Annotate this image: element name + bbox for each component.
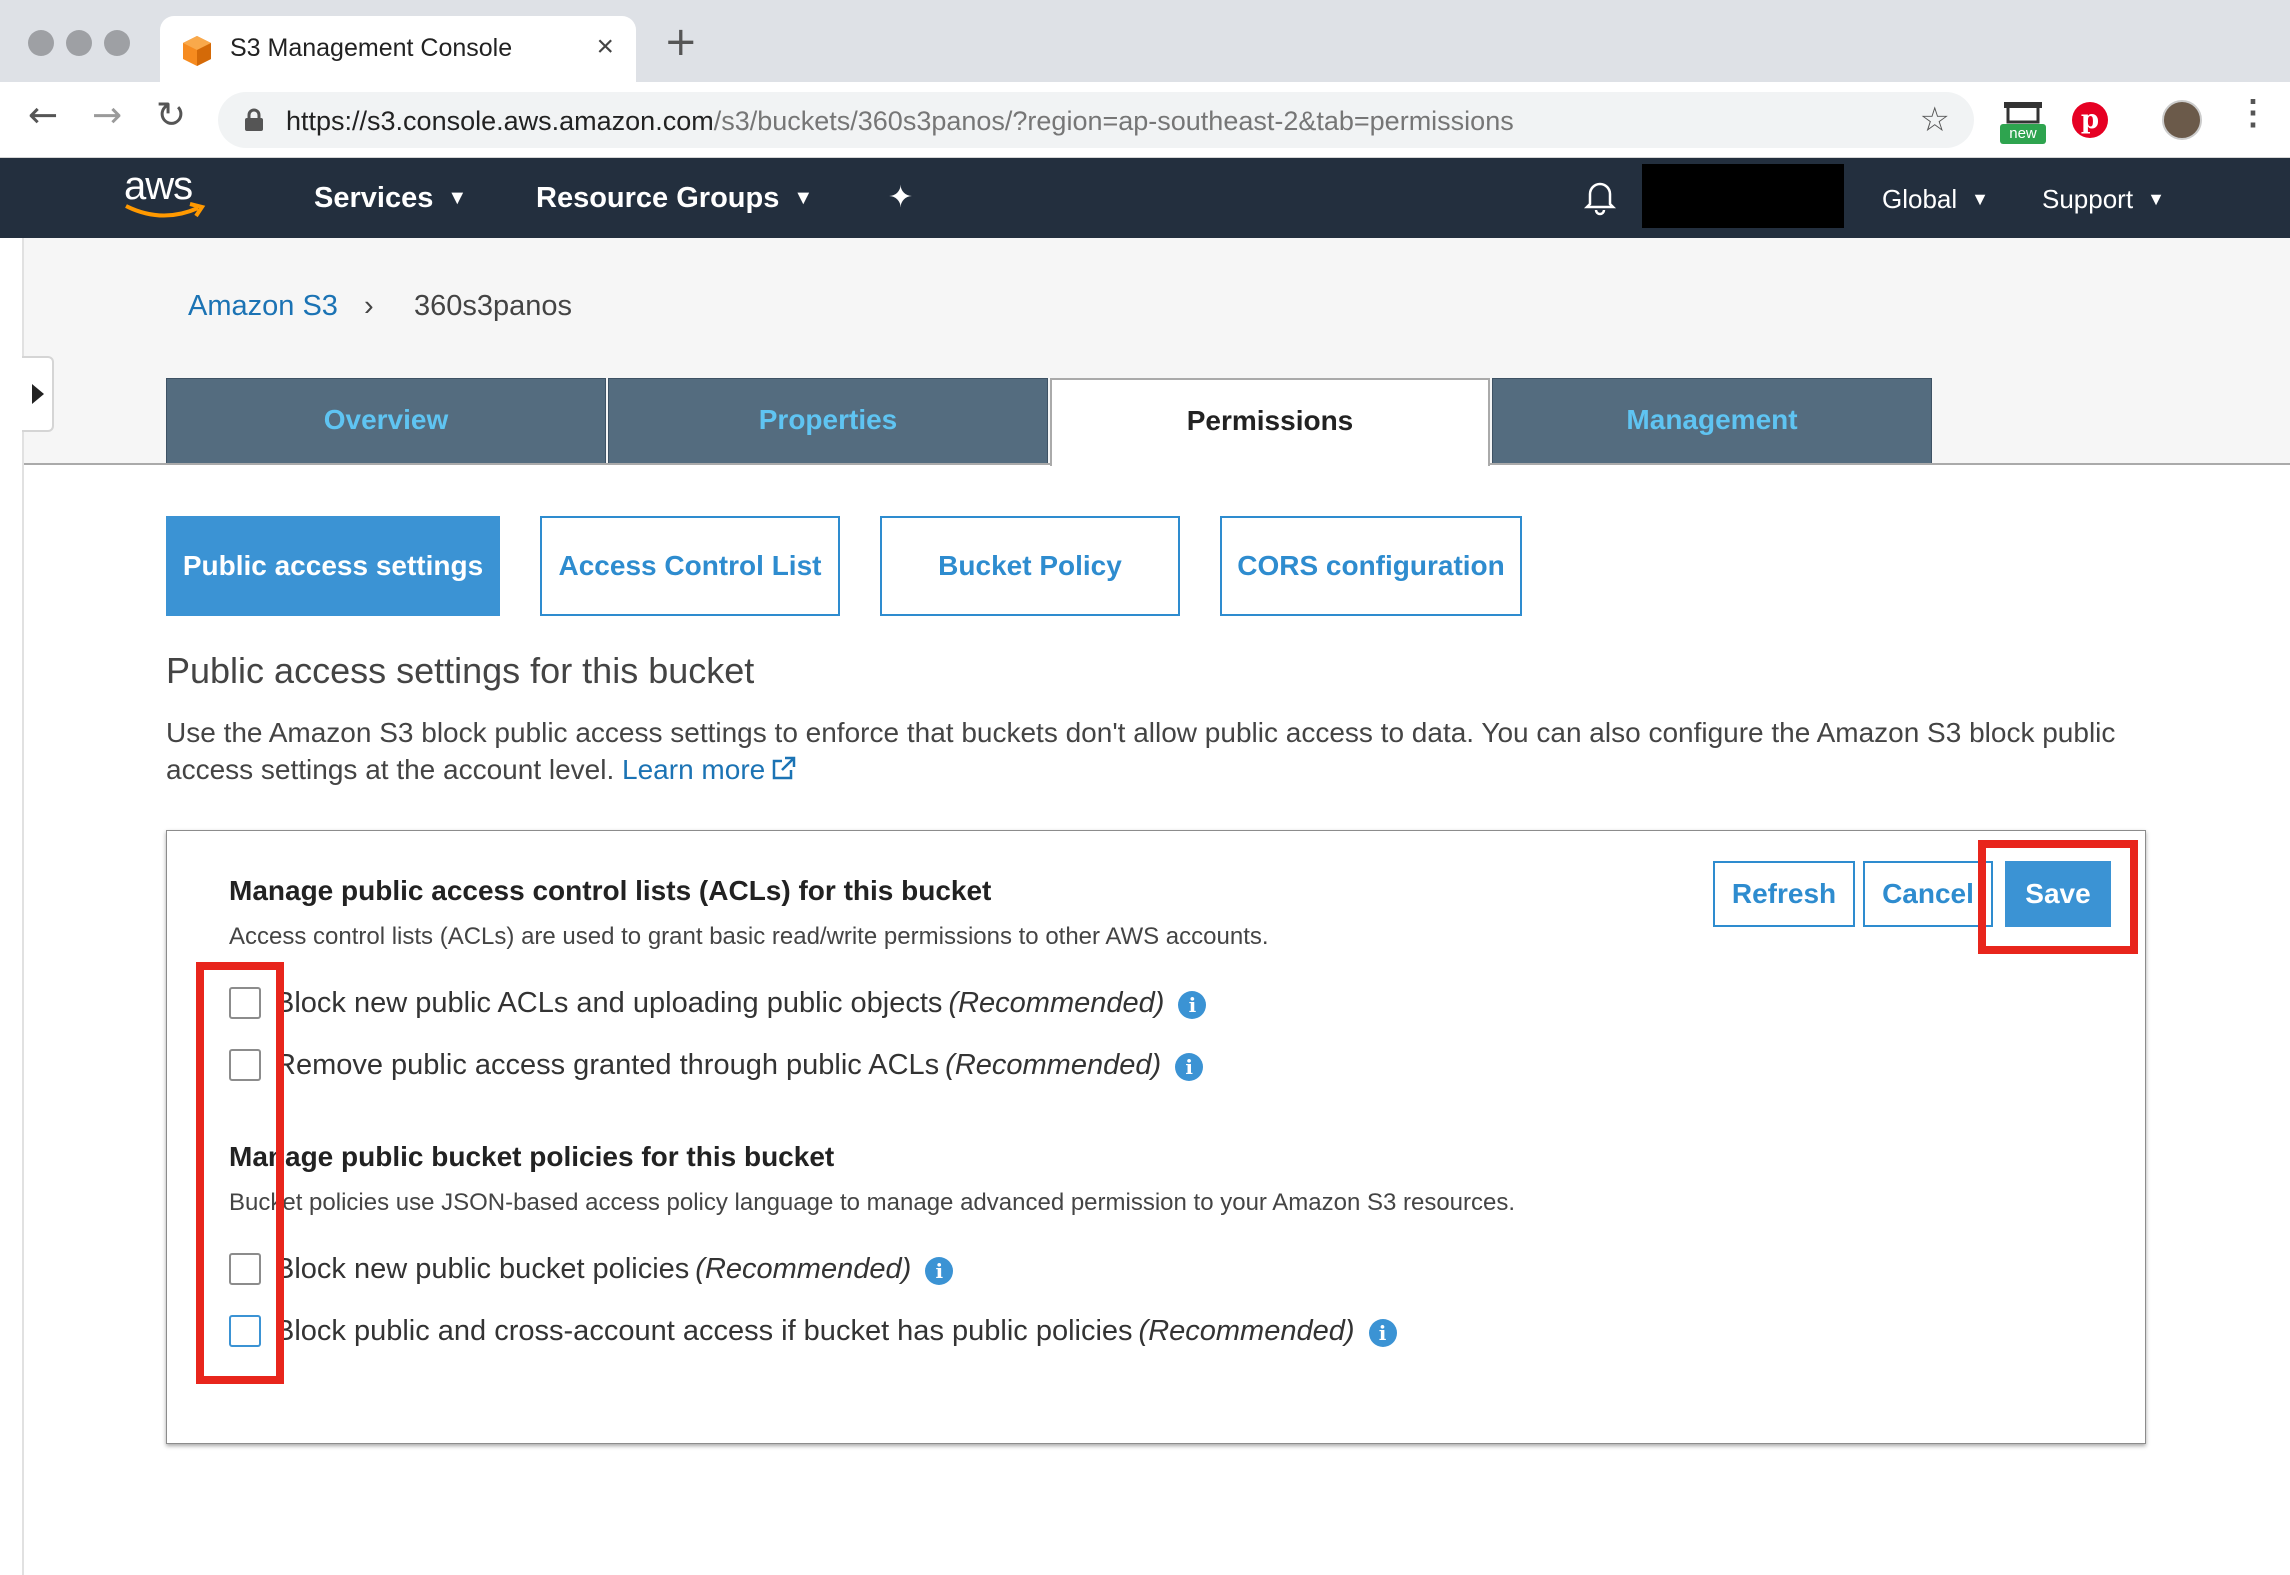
screen-capture-icon: [2004, 102, 2042, 124]
support-label: Support: [2042, 184, 2134, 214]
chevron-down-icon: ▼: [793, 187, 814, 209]
tab-permissions[interactable]: Permissions: [1050, 378, 1490, 466]
sidebar-toggle[interactable]: [22, 356, 54, 432]
external-link-icon: [772, 756, 796, 780]
info-icon[interactable]: i: [925, 1257, 954, 1285]
tab-overview[interactable]: Overview: [166, 378, 606, 464]
browser-toolbar: ← → ↻ https://s3.console.aws.amazon.com/…: [0, 82, 2290, 158]
bookmark-star-icon[interactable]: ☆: [1920, 100, 1950, 140]
acl-subtext: Access control lists (ACLs) are used to …: [229, 923, 1269, 950]
option-label: Block new public ACLs and uploading publ…: [275, 987, 1207, 1019]
recommended-tag: (Recommended): [1138, 1315, 1355, 1347]
window-zoom-dot[interactable]: [104, 30, 130, 56]
window-minimize-dot[interactable]: [66, 30, 92, 56]
breadcrumb-separator-icon: ›: [364, 290, 374, 322]
new-tab-icon[interactable]: +: [664, 22, 698, 62]
support-menu[interactable]: Support ▼: [2042, 184, 2165, 215]
option-text: Block new public bucket policies: [275, 1253, 690, 1285]
account-menu-redacted[interactable]: [1642, 164, 1844, 228]
aws-top-nav: aws Services ▼ Resource Groups ▼ ✦ Global ▼…: [0, 158, 2290, 238]
info-icon[interactable]: i: [1178, 991, 1207, 1019]
acl-heading: Manage public access control lists (ACLs…: [229, 875, 992, 906]
public-access-panel: Manage public access control lists (ACLs…: [166, 830, 2146, 1444]
breadcrumb-bucket: 360s3panos: [414, 290, 573, 322]
aws-smile-icon: [125, 202, 206, 218]
learn-more-link[interactable]: Learn more: [622, 754, 797, 785]
chevron-down-icon: ▼: [2147, 189, 2165, 209]
extension-new-icon[interactable]: new: [2000, 100, 2046, 144]
subtab-access-control-list[interactable]: Access Control List: [540, 516, 840, 616]
policy-subtext: Bucket policies use JSON-based access po…: [229, 1189, 1516, 1216]
browser-menu-icon[interactable]: ⋮: [2236, 96, 2270, 130]
policy-heading: Manage public bucket policies for this b…: [229, 1141, 835, 1172]
extension-badge: new: [2000, 124, 2046, 144]
caret-right-icon: [32, 384, 44, 404]
block-new-acls-checkbox[interactable]: [229, 987, 261, 1019]
remove-public-acls-checkbox[interactable]: [229, 1049, 261, 1081]
sidebar-edge: [22, 238, 24, 1575]
recommended-tag: (Recommended): [948, 987, 1165, 1019]
info-icon[interactable]: i: [1175, 1053, 1204, 1081]
option-label: Block new public bucket policies (Recomme…: [275, 1253, 954, 1285]
section-description: Use the Amazon S3 block public access se…: [166, 714, 2166, 788]
subtab-cors-configuration[interactable]: CORS configuration: [1220, 516, 1522, 616]
tab-close-icon[interactable]: ×: [596, 30, 614, 64]
reload-icon[interactable]: ↻: [156, 98, 186, 134]
back-icon[interactable]: ←: [28, 98, 58, 134]
cancel-button[interactable]: Cancel: [1863, 861, 1993, 927]
tab-properties[interactable]: Properties: [608, 378, 1048, 464]
option-text: Block public and cross-account access if…: [275, 1315, 1133, 1347]
block-new-policies-checkbox[interactable]: [229, 1253, 261, 1285]
chevron-down-icon: ▼: [447, 187, 468, 209]
subtab-bucket-policy[interactable]: Bucket Policy: [880, 516, 1180, 616]
chevron-down-icon: ▼: [1971, 189, 1989, 209]
services-menu[interactable]: Services ▼: [314, 182, 467, 215]
profile-avatar[interactable]: [2162, 100, 2202, 140]
recommended-tag: (Recommended): [695, 1253, 912, 1285]
url-text[interactable]: https://s3.console.aws.amazon.com/s3/buc…: [286, 106, 1514, 137]
section-title: Public access settings for this bucket: [166, 650, 755, 691]
learn-more-label: Learn more: [622, 754, 766, 785]
address-bar[interactable]: https://s3.console.aws.amazon.com/s3/buc…: [218, 92, 1974, 148]
lock-icon: [245, 108, 263, 131]
breadcrumb-amazon-s3[interactable]: Amazon S3: [188, 290, 338, 323]
refresh-button[interactable]: Refresh: [1713, 861, 1855, 927]
pin-icon[interactable]: ✦: [888, 180, 913, 215]
option-text: Remove public access granted through pub…: [275, 1049, 940, 1081]
option-label: Block public and cross-account access if…: [275, 1315, 1397, 1347]
info-icon[interactable]: i: [1368, 1319, 1397, 1347]
pinterest-icon[interactable]: p: [2072, 102, 2108, 138]
browser-tab-title: S3 Management Console: [230, 34, 513, 62]
option-label: Remove public access granted through pub…: [275, 1049, 1204, 1081]
url-path: /s3/buckets/360s3panos/?region=ap-southe…: [713, 106, 1514, 136]
browser-tab-bar: S3 Management Console × +: [0, 0, 2290, 82]
subtab-public-access-settings[interactable]: Public access settings: [166, 516, 500, 616]
window-close-dot[interactable]: [28, 30, 54, 56]
region-label: Global: [1882, 184, 1958, 214]
option-text: Block new public ACLs and uploading publ…: [275, 987, 943, 1019]
forward-icon[interactable]: →: [92, 98, 122, 134]
services-label: Services: [314, 182, 434, 214]
browser-tab[interactable]: S3 Management Console ×: [160, 16, 636, 82]
url-domain: https://s3.console.aws.amazon.com: [286, 106, 714, 136]
aws-logo[interactable]: aws: [122, 164, 212, 224]
notification-bell-icon[interactable]: [1580, 176, 1620, 216]
description-text: Use the Amazon S3 block public access se…: [166, 717, 2116, 785]
tab-management[interactable]: Management: [1492, 378, 1932, 464]
recommended-tag: (Recommended): [945, 1049, 1162, 1081]
s3-favicon-icon: [183, 36, 211, 66]
resource-groups-menu[interactable]: Resource Groups ▼: [536, 182, 813, 215]
resource-groups-label: Resource Groups: [536, 182, 780, 214]
save-button[interactable]: Save: [2005, 861, 2111, 927]
region-menu[interactable]: Global ▼: [1882, 184, 1989, 215]
block-cross-account-checkbox[interactable]: [229, 1315, 261, 1347]
